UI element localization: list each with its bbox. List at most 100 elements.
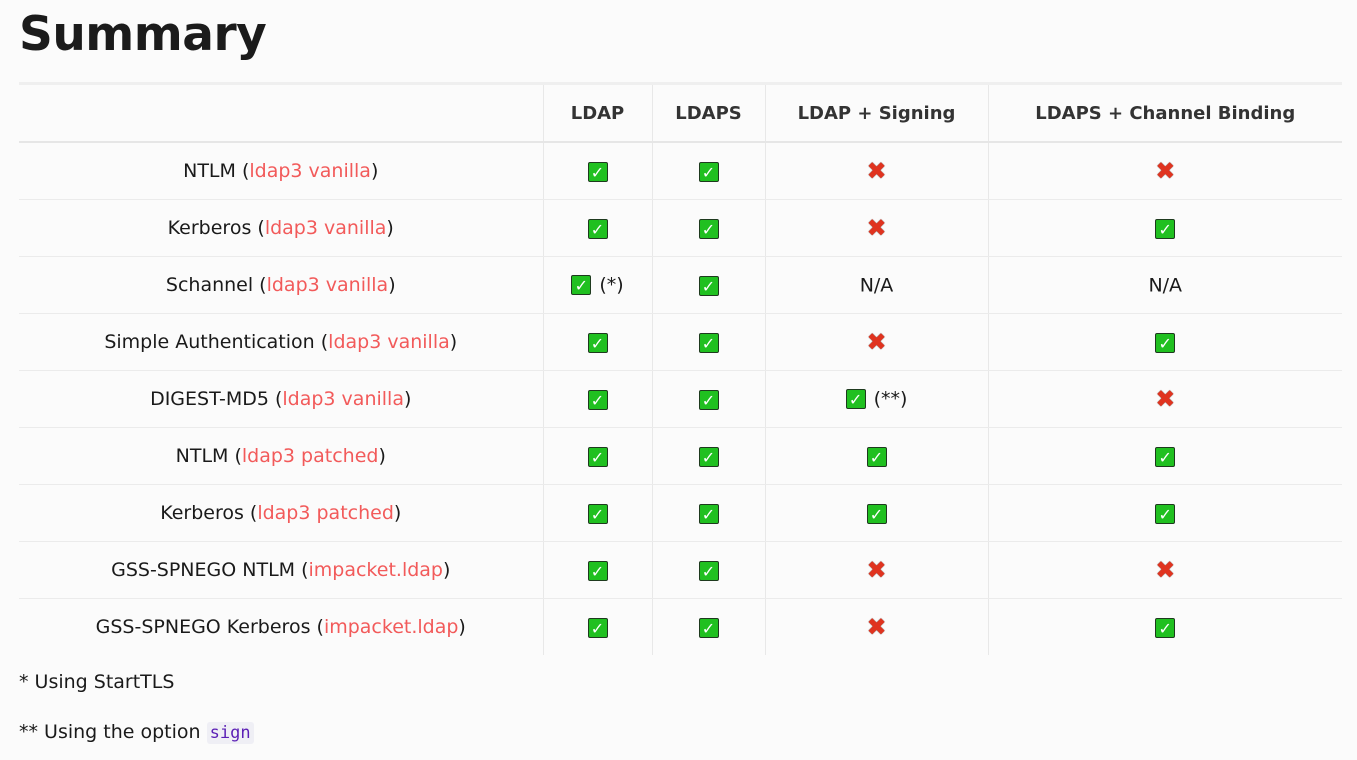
cross-mark-icon: ✖ [866,157,887,186]
status-cell: ✖ [764,199,988,257]
library-link[interactable]: impacket.ldap [309,559,443,581]
status-cell: ✓ (**) [764,370,988,428]
status-cell: ✓ [651,313,765,371]
status-cell: ✓ [651,370,765,428]
header-method [19,82,543,143]
summary-table-wrapper: LDAP LDAPS LDAP + Signing LDAPS + Channel B… [19,82,1342,655]
check-mark-button-icon: ✓ [587,446,608,467]
check-mark-button-icon: ✓ [587,218,608,239]
paren-close: ) [393,502,402,524]
auth-method-cell: Schannel (ldap3 vanilla) [19,256,543,314]
paren-open: ( [251,217,265,239]
status-cell: N/A [987,256,1342,314]
check-mark-button-icon: ✓ [698,560,719,581]
check-mark-button-icon: ✓ [698,389,719,410]
auth-method-name: NTLM [175,445,229,467]
status-cell: ✓ [542,142,652,200]
status-cell: ✓ [764,484,988,542]
auth-method-name: DIGEST-MD5 [150,388,269,410]
table-row: Schannel (ldap3 vanilla) ✓ (*) ✓ N/A N/A [19,256,1342,314]
check-mark-button-icon: ✓ [1155,503,1176,524]
paren-close: ) [442,559,451,581]
status-cell: ✓ [651,598,765,655]
auth-method-cell: DIGEST-MD5 (ldap3 vanilla) [19,370,543,428]
footnote-marker: (**) [873,388,908,411]
status-cell: ✖ [764,142,988,200]
status-cell: ✓ [987,199,1342,257]
footnote-marker: (*) [599,274,624,297]
status-cell: ✓ (*) [542,256,652,314]
cross-mark-icon: ✖ [1155,556,1176,585]
not-applicable-text: N/A [1148,274,1183,297]
auth-method-name: GSS-SPNEGO NTLM [111,559,296,581]
status-cell: ✖ [764,598,988,655]
header-col-4: LDAPS + Channel Binding [987,82,1342,143]
paren-close: ) [388,274,396,296]
library-link[interactable]: ldap3 vanilla [249,160,371,182]
auth-method-name: Simple Authentication [104,331,315,353]
auth-method-cell: GSS-SPNEGO Kerberos (impacket.ldap) [19,599,543,656]
footnote-sign-text: ** Using the option [19,721,207,743]
footnote-sign-option: ** Using the option sign [19,719,1342,746]
library-link[interactable]: ldap3 vanilla [328,331,450,353]
auth-method-name: Kerberos [160,502,244,524]
status-cell: ✓ [987,313,1342,371]
table-row: Kerberos (ldap3 vanilla) ✓ ✓ ✖ ✓ [19,199,1342,257]
cross-mark-icon: ✖ [1155,157,1176,186]
cross-mark-icon: ✖ [866,613,887,642]
summary-table: LDAP LDAPS LDAP + Signing LDAPS + Channel B… [19,82,1342,655]
paren-open: ( [253,274,267,296]
check-mark-button-icon: ✓ [698,218,719,239]
header-col-2: LDAPS [651,82,765,143]
check-mark-button-icon: ✓ [698,446,719,467]
header-col-1: LDAP [542,82,652,143]
paren-close: ) [378,445,386,467]
table-row: NTLM (ldap3 patched) ✓ ✓ ✓ ✓ [19,427,1342,485]
paren-close: ) [403,388,412,410]
check-mark-button-icon: ✓ [698,275,719,296]
paren-open: ( [228,445,242,467]
status-cell: ✖ [987,370,1342,428]
library-link[interactable]: ldap3 vanilla [282,388,404,410]
library-link[interactable]: ldap3 patched [242,445,379,467]
sign-option-code: sign [206,722,254,744]
status-cell: ✓ [542,598,652,655]
status-cell: ✖ [987,142,1342,200]
status-cell: ✓ [987,427,1342,485]
paren-open: ( [310,616,324,638]
status-cell: ✓ [651,142,765,200]
paren-close: ) [449,331,458,353]
check-mark-button-icon: ✓ [1155,617,1176,638]
status-cell: ✓ [651,256,765,314]
library-link[interactable]: ldap3 vanilla [265,217,387,239]
header-col-3: LDAP + Signing [764,82,988,143]
paren-open: ( [235,160,250,182]
check-mark-button-icon: ✓ [587,503,608,524]
status-cell: ✖ [987,541,1342,599]
status-cell: ✓ [542,541,652,599]
footnotes: * Using StartTLS ** Using the option sig… [19,669,1342,746]
check-mark-button-icon: ✓ [845,389,866,410]
check-mark-button-icon: ✓ [587,617,608,638]
paren-open: ( [268,388,283,410]
page-title: Summary [19,7,267,62]
cross-mark-icon: ✖ [1155,385,1176,414]
status-cell: ✖ [764,313,988,371]
library-link[interactable]: impacket.ldap [324,616,458,638]
check-mark-button-icon: ✓ [587,161,608,182]
footnote-starttls: * Using StartTLS [19,671,175,693]
table-header: LDAP LDAPS LDAP + Signing LDAPS + Channel B… [19,82,1342,143]
auth-method-cell: GSS-SPNEGO NTLM (impacket.ldap) [19,541,543,599]
table-row: NTLM (ldap3 vanilla) ✓ ✓ ✖ ✖ [19,142,1342,200]
auth-method-cell: Kerberos (ldap3 vanilla) [19,199,543,257]
check-mark-button-icon: ✓ [866,503,887,524]
library-link[interactable]: ldap3 patched [257,502,394,524]
check-mark-button-icon: ✓ [698,332,719,353]
paren-open: ( [314,331,329,353]
auth-method-cell: Simple Authentication (ldap3 vanilla) [19,313,543,371]
library-link[interactable]: ldap3 vanilla [267,274,389,296]
check-mark-button-icon: ✓ [587,560,608,581]
page: Summary LDAP LDAPS LDAP + Signing LDAPS + C… [0,0,1357,746]
status-cell: ✓ [542,313,652,371]
table-row: Kerberos (ldap3 patched) ✓ ✓ ✓ ✓ [19,484,1342,542]
